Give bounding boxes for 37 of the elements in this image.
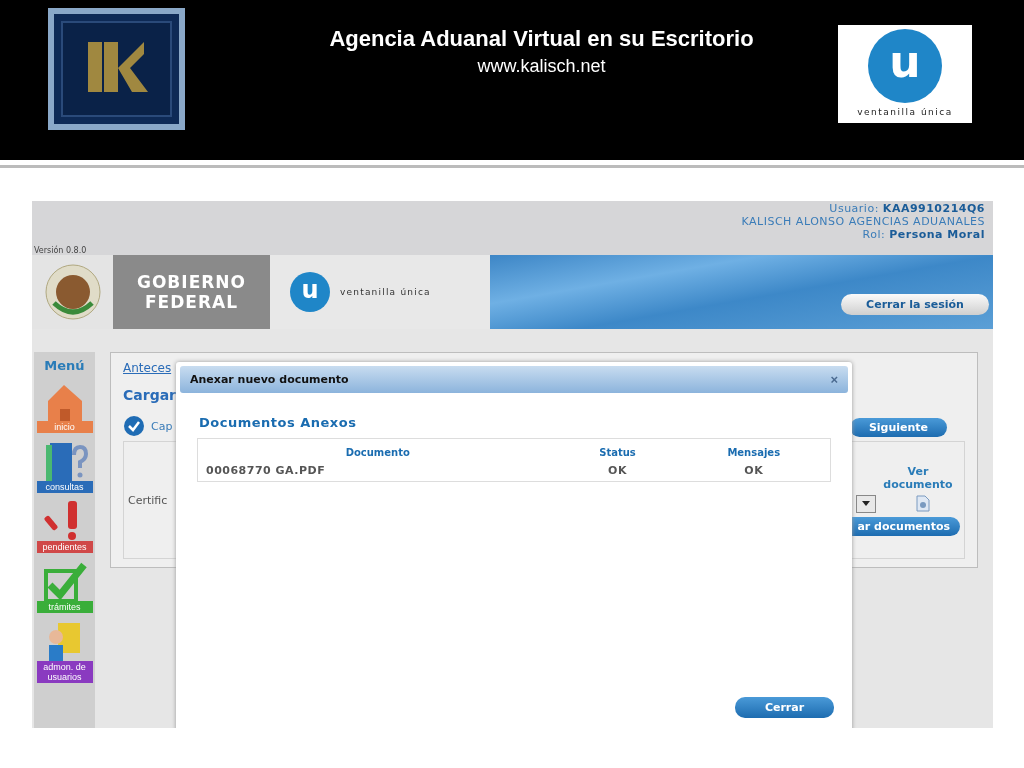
menu-title: Menú (44, 358, 85, 373)
checkmark-icon (41, 561, 88, 601)
section-heading: Documentos Anexos (199, 415, 358, 430)
close-button[interactable]: × (830, 372, 838, 387)
table-cell: 00068770 GA.PDF (197, 462, 558, 482)
breadcrumb-link[interactable]: Anteces (123, 361, 176, 375)
version-label: Versión 0.8.0 (34, 246, 87, 255)
gobierno-federal-logo: GOBIERNO FEDERAL (113, 255, 270, 329)
page-heading: Cargar (123, 387, 176, 403)
menu-item[interactable]: trámites (36, 561, 93, 613)
column-header: Documento (197, 438, 558, 462)
user-role: Rol: Persona Moral (861, 228, 985, 241)
user-id: Usuario: KAA9910214Q6 (828, 202, 985, 215)
dialog-title: Anexar nuevo documento (190, 373, 349, 386)
next-button[interactable]: Siguiente (850, 418, 947, 437)
column-header: Ver documento (882, 464, 954, 491)
emblem-icon (43, 263, 102, 321)
table-cell: OK (677, 462, 831, 482)
menu-item[interactable]: admon. de usuarios (36, 621, 93, 683)
slide-title: Agencia Aduanal Virtual en su Escritorio (329, 26, 754, 52)
website-url: www.kalisch.net (477, 56, 606, 77)
close-button[interactable]: Cerrar (735, 697, 834, 718)
table-cell: OK (557, 462, 678, 482)
caret-icon (862, 501, 870, 506)
menu-item[interactable]: pendientes (36, 501, 93, 553)
ventanilla-logo: u ventanilla única (838, 25, 972, 123)
menu-item[interactable]: inicio (36, 381, 93, 433)
step-label: Cap (151, 419, 173, 433)
company-name: KALISCH ALONSO AGENCIAS ADUANALES (741, 215, 985, 228)
checkmark-icon (123, 415, 145, 437)
document-icon[interactable] (916, 495, 930, 512)
column-header: Status (557, 438, 678, 462)
dropdown-button[interactable] (856, 494, 876, 513)
field-label: Certific (128, 493, 168, 507)
menu-item[interactable]: consultas (36, 441, 93, 493)
column-header: Mensajes (677, 438, 831, 462)
logout-button[interactable]: Cerrar la sesión (841, 294, 989, 315)
